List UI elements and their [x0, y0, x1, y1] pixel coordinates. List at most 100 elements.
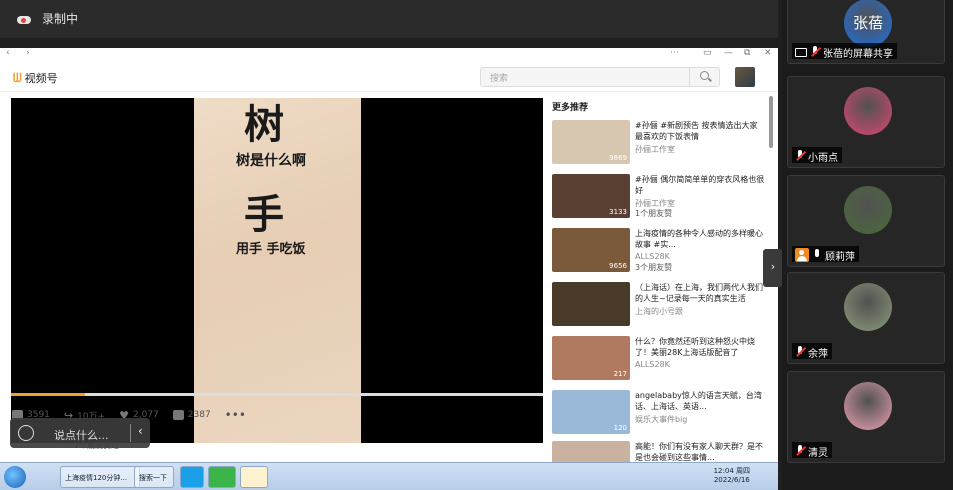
recommendations-title: 更多推荐: [552, 103, 589, 113]
participant-name: 清灵: [808, 447, 828, 459]
recommendation-title[interactable]: #孙俪 #新剧预告 按表情选出大家最喜欢的下饭表情: [635, 120, 765, 142]
window-title-bar: ‹ › ⋯ ▭ — ⧉ ✕: [0, 48, 778, 62]
back-icon[interactable]: ‹: [6, 48, 10, 58]
participant-tile[interactable]: 顾莉萍: [787, 175, 945, 267]
app-logo-text: 视频号: [24, 72, 58, 85]
recommendation-author: ALLS28K: [635, 360, 670, 369]
recommendation-item[interactable]: 9869 #孙俪 #新剧预告 按表情选出大家最喜欢的下饭表情 孙俪工作室: [552, 120, 768, 164]
recommendation-title[interactable]: 上海疫情的各种令人感动的多样暖心故事 #实...: [635, 228, 765, 250]
comment-button[interactable]: 2387: [172, 410, 211, 420]
recommendation-thumbnail[interactable]: 217: [552, 336, 630, 380]
participants-panel: 张蓓 张蓓的屏幕共享小雨点顾莉萍余萍清灵: [782, 0, 953, 490]
recommendation-item[interactable]: （上海话）在上海，我们两代人我们的人生~记录每一天的真实生活上海的小号跟: [552, 282, 768, 326]
comment-icon: [172, 410, 184, 420]
video-player[interactable]: 树 树是什么啊 手 用手 手吃饭: [11, 98, 543, 443]
participant-tile[interactable]: 小雨点: [787, 76, 945, 168]
recommendation-item[interactable]: 217 什么？你竟然还听到这种怒火中烧了！美丽28K上海话版配音了 ALLS28K: [552, 336, 768, 380]
recommendation-likes: 217: [613, 370, 627, 378]
taskbar-tab-search[interactable]: 搜索一下: [134, 466, 174, 488]
participant-avatar: [844, 87, 892, 135]
participant-avatar: [844, 283, 892, 331]
search-button[interactable]: [689, 68, 719, 86]
recommendation-item[interactable]: 120 angelababy惊人的语言天赋，台湾话、上海话、英语... 娱乐大事件b…: [552, 390, 768, 434]
emoji-icon[interactable]: [18, 425, 34, 441]
mic-muted-icon: [795, 150, 805, 162]
mic-icon: [812, 249, 822, 261]
recommendation-title[interactable]: 高能！你们有没有家人聊天群？是不是也会碰到这些事情...: [635, 441, 765, 463]
scrollbar[interactable]: [769, 96, 773, 148]
taskbar-tab-browser[interactable]: 上海疫情120分钟...: [60, 466, 140, 488]
app-header: ᗯ 视频号 搜索: [0, 62, 778, 92]
mic-muted-icon: [795, 445, 805, 457]
video-progress-fill: [11, 393, 86, 396]
recommendation-thumbnail[interactable]: 3133: [552, 174, 630, 218]
recommendation-item[interactable]: 9656 上海疫情的各种令人感动的多样暖心故事 #实... ALLS28K 3个朋友赞: [552, 228, 768, 272]
chevron-left-icon[interactable]: ‹: [138, 424, 143, 438]
more-dots-icon: •••: [224, 408, 246, 422]
app-logo[interactable]: ᗯ 视频号: [13, 70, 58, 86]
shared-window: ‹ › ⋯ ▭ — ⧉ ✕ ᗯ 视频号 搜索 树 树是什么啊 手 用手 手吃饭 …: [0, 48, 778, 485]
participant-name-tag: 余萍: [792, 343, 832, 360]
mic-muted-icon: [810, 46, 820, 58]
recommendation-likes: 120: [613, 424, 627, 432]
participant-avatar: 张蓓: [844, 0, 892, 47]
wechat-icon[interactable]: [208, 466, 236, 488]
user-avatar[interactable]: [735, 67, 755, 87]
participant-tile[interactable]: 清灵: [787, 371, 945, 463]
start-button[interactable]: [4, 466, 26, 488]
recommendation-title[interactable]: （上海话）在上海，我们两代人我们的人生~记录每一天的真实生活: [635, 282, 765, 304]
video-text-1: 树: [244, 102, 284, 148]
video-text-4: 用手 手吃饭: [236, 242, 306, 257]
comment-input[interactable]: 说点什么...: [54, 427, 109, 443]
participant-name: 余萍: [808, 348, 828, 360]
search-box[interactable]: 搜索: [480, 67, 720, 87]
video-frame: 树 树是什么啊 手 用手 手吃饭: [194, 98, 361, 443]
recommendation-author: ALLS28K: [635, 252, 670, 261]
recording-label: 录制中: [42, 12, 79, 26]
more-actions-button[interactable]: •••: [225, 408, 246, 422]
video-text-3: 手: [244, 192, 284, 238]
channels-taskbar-icon[interactable]: [240, 466, 268, 488]
recommendation-likes: 9869: [609, 154, 627, 162]
participant-name-tag: 顾莉萍: [792, 246, 859, 263]
system-clock[interactable]: 12:04 周四 2022/6/16: [714, 467, 750, 485]
minimize-icon[interactable]: —: [724, 48, 733, 58]
mic-muted-icon: [795, 346, 805, 358]
video-progress-bar[interactable]: [11, 393, 543, 396]
participant-name-tag: 清灵: [792, 442, 832, 459]
recommendation-thumbnail[interactable]: [552, 282, 630, 326]
more-icon[interactable]: ⋯: [670, 48, 679, 58]
channels-logo-icon: ᗯ: [13, 70, 22, 85]
video-text-2: 树是什么啊: [236, 153, 306, 169]
windows-taskbar: 上海疫情120分钟... 搜索一下 12:04 周四 2022/6/16: [0, 462, 778, 490]
screen-share-icon: [795, 47, 807, 57]
search-input[interactable]: 搜索: [490, 71, 508, 84]
recommendation-thumbnail[interactable]: 9656: [552, 228, 630, 272]
participant-name: 张蓓的屏幕共享: [823, 48, 893, 60]
taskbar-app-icon[interactable]: [180, 466, 204, 488]
participant-tile[interactable]: 余萍: [787, 272, 945, 364]
participant-name-tag: 张蓓的屏幕共享: [792, 43, 897, 60]
recommendation-author: 上海的小号跟: [635, 307, 683, 316]
participant-avatar: [844, 382, 892, 430]
participant-tile[interactable]: 张蓓 张蓓的屏幕共享: [787, 0, 945, 64]
recommendation-thumbnail[interactable]: 120: [552, 390, 630, 434]
meeting-top-bar: 录制中: [0, 0, 778, 38]
screen-root: 录制中 ‹ › ⋯ ▭ — ⧉ ✕ ᗯ 视频号 搜索 树 树是什么啊 手 用手 …: [0, 0, 953, 490]
clock-time: 12:04 周四: [713, 467, 750, 475]
close-icon[interactable]: ✕: [764, 48, 772, 58]
recording-indicator[interactable]: 录制中: [16, 10, 78, 27]
recommendation-title[interactable]: 什么？你竟然还听到这种怒火中烧了！美丽28K上海话版配音了: [635, 336, 765, 358]
recommendation-item[interactable]: 3133 #孙俪 偶尔简简单单的穿衣风格也很好 孙俪工作室 1个朋友赞: [552, 174, 768, 218]
maximize-icon[interactable]: ⧉: [744, 48, 750, 58]
comment-box[interactable]: 说点什么... ‹: [10, 418, 150, 448]
pin-icon[interactable]: ▭: [703, 48, 712, 58]
forward-icon[interactable]: ›: [26, 48, 30, 58]
recommendation-friends: 1个朋友赞: [635, 209, 673, 218]
participant-name-tag: 小雨点: [792, 147, 842, 164]
recommendation-title[interactable]: #孙俪 偶尔简简单单的穿衣风格也很好: [635, 174, 765, 196]
participant-name: 小雨点: [808, 152, 838, 164]
recommendation-title[interactable]: angelababy惊人的语言天赋，台湾话、上海话、英语...: [635, 390, 765, 412]
panel-collapse-button[interactable]: ›: [763, 249, 783, 287]
recommendation-thumbnail[interactable]: 9869: [552, 120, 630, 164]
